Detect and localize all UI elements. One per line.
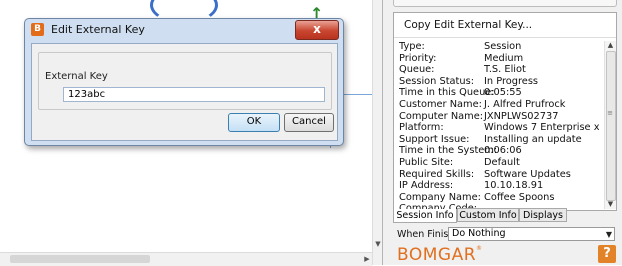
info-row: Type: Session [399,41,599,53]
panel-header-bar [393,0,617,7]
info-row: Time in this Queue: 0:05:55 [399,87,599,99]
info-row: Platform: Windows 7 Enterprise x64 [399,122,599,134]
info-row-value: Default [484,156,520,168]
scroll-grip-icon: ≡ [607,109,613,117]
info-row-value: 10.10.18.91 [484,180,544,192]
info-row-label: IP Address: [399,180,454,192]
info-row: Session Status: In Progress [399,76,599,88]
session-info-list: Type: Session Priority: Medium Queue: T.S. El… [399,41,599,209]
info-row-label: Queue: [399,64,435,76]
session-info-panel: Copy Edit External Key... Type: Session Pr… [382,0,622,265]
external-key-label: External Key [45,71,108,82]
session-info-box: Copy Edit External Key... Type: Session Pr… [393,12,617,211]
ok-button[interactable]: OK [228,113,280,132]
info-row-label: Platform: [399,122,444,134]
external-key-input[interactable] [63,87,325,102]
info-row-label: Time in the System: [399,145,498,157]
info-row-label: Company Name: [399,191,481,203]
scroll-right-icon[interactable]: ▶ [362,254,372,265]
close-button[interactable]: x [295,20,339,40]
info-row-label: Computer Name: [399,110,484,122]
info-row: Queue: T.S. Eliot [399,64,599,76]
info-row-label: Session Status: [399,75,475,87]
edit-external-key-button[interactable]: Edit External Key... [434,19,532,31]
dialog-title: Edit External Key [51,23,145,36]
info-row-value: 0:05:55 [484,87,522,99]
info-row: Time in the System: 0:06:06 [399,145,599,157]
info-row-value: T.S. Eliot [484,64,526,76]
info-scrollbar-thumb[interactable] [606,51,616,201]
info-row-label: Time in this Queue: [399,87,495,99]
info-row-value: In Progress [484,75,539,87]
horizontal-scrollbar-thumb[interactable] [10,255,150,263]
scroll-down-icon[interactable]: ▼ [605,200,616,209]
info-row-value: 0:06:06 [484,145,522,157]
tab-session-info[interactable]: Session Info [393,209,457,223]
horizontal-scrollbar[interactable]: ▶ [0,252,372,266]
info-row-value: Software Updates [484,168,571,180]
info-row-value: JXNPLWS02737 [484,110,559,122]
external-key-group: External Key [38,52,332,110]
info-row-value: Coffee Spoons [484,191,555,203]
scroll-up-icon[interactable]: ▲ [605,41,616,51]
when-finished-select[interactable]: Do Nothing ▼ [448,227,615,241]
info-row-label: Priority: [399,52,437,64]
when-finished-value: Do Nothing [452,228,506,239]
info-row: Company Name: Coffee Spoons [399,192,599,204]
info-row-label: Support Issue: [399,133,470,145]
info-row: IP Address: 10.10.18.91 [399,180,599,192]
dialog-body: External Key OK Cancel [31,43,338,141]
info-row-value: Installing an update [484,133,582,145]
info-row: Required Skills: Software Updates [399,169,599,181]
workspace-canvas: ↑ ▶ ▼ B Edit External Key x External Key… [0,0,383,266]
info-toolbar: Copy Edit External Key... [394,13,616,37]
registered-mark: ® [476,245,483,252]
info-row: Public Site: Default [399,157,599,169]
info-row-value: Session [484,41,522,52]
info-row-label: Customer Name: [399,98,482,110]
dialog-titlebar[interactable]: B Edit External Key x [25,19,343,43]
info-row-value: Windows 7 Enterprise x64 [484,122,599,134]
dropdown-arrow-icon[interactable]: ▼ [606,229,612,241]
cancel-button[interactable]: Cancel [284,113,334,132]
edit-external-key-dialog: B Edit External Key x External Key OK Ca… [24,18,344,146]
brand-name: BOMGAR [397,245,477,265]
info-row-label: Type: [399,41,425,52]
app-icon: B [31,23,44,36]
help-button[interactable]: ? [598,245,616,263]
copy-button[interactable]: Copy [404,19,431,31]
info-row: Priority: Medium [399,53,599,65]
info-row-label: Required Skills: [399,168,475,180]
tab-displays[interactable]: Displays [519,208,567,222]
bomgar-logo: BOMGAR® [397,245,483,265]
info-row-label: Public Site: [399,156,454,168]
info-row: Support Issue: Installing an update [399,134,599,146]
toolbar-divider [394,37,616,38]
info-row: Customer Name: J. Alfred Prufrock [399,99,599,111]
info-vertical-scrollbar[interactable]: ▲ ≡ ▼ [604,41,616,209]
info-row-value: J. Alfred Prufrock [484,98,566,110]
info-row: Computer Name: JXNPLWS02737 [399,111,599,123]
info-row-value: Medium [484,52,524,64]
tab-custom-info[interactable]: Custom Info [457,208,519,222]
